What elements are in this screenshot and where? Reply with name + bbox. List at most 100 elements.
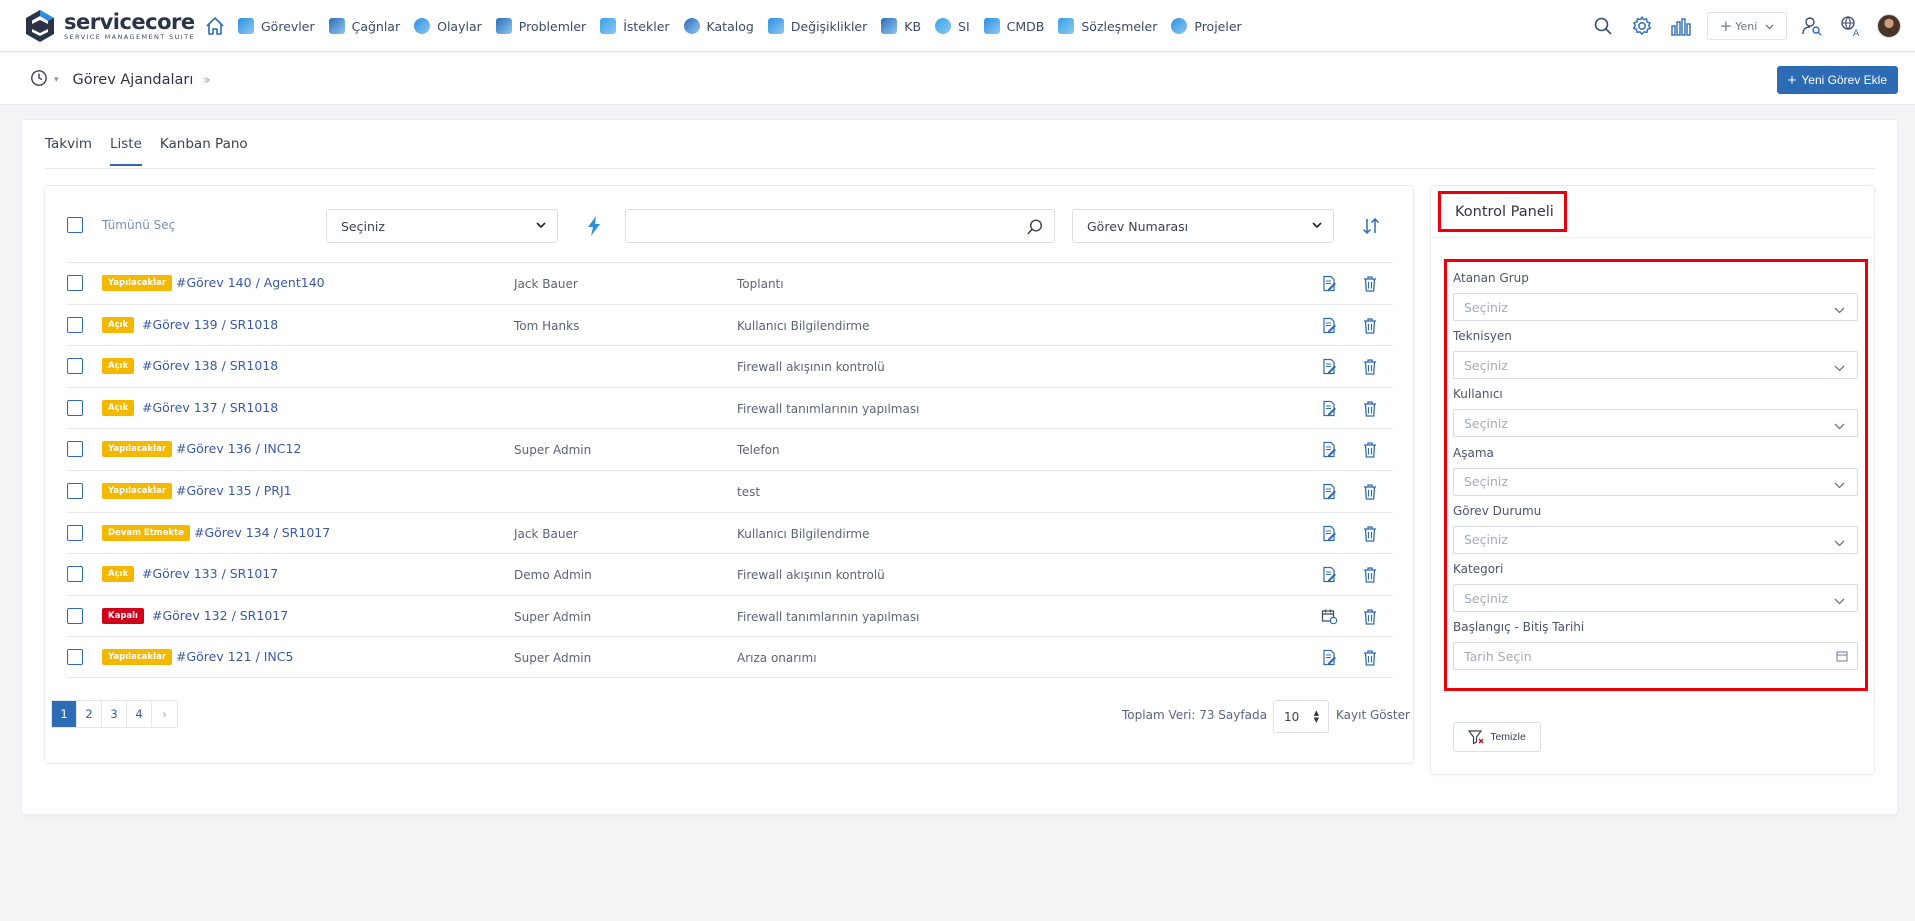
home-icon[interactable] bbox=[202, 13, 228, 39]
language-icon[interactable]: A bbox=[1837, 12, 1865, 40]
user-search-icon[interactable] bbox=[1798, 12, 1826, 40]
nav-item-7[interactable]: KB bbox=[881, 18, 921, 34]
task-link[interactable]: #Görev 132 / SR1017 bbox=[152, 608, 288, 623]
search-icon[interactable] bbox=[1026, 218, 1044, 240]
nav-item-2[interactable]: Olaylar bbox=[414, 18, 482, 34]
calendar-refresh-icon[interactable] bbox=[1321, 608, 1338, 629]
delete-trash-icon[interactable] bbox=[1363, 275, 1377, 296]
row-checkbox[interactable] bbox=[67, 566, 83, 583]
nav-item-8[interactable]: SI bbox=[935, 18, 970, 34]
delete-trash-icon[interactable] bbox=[1363, 358, 1377, 379]
row-checkbox[interactable] bbox=[67, 399, 83, 416]
double-chevron-right-icon[interactable]: ›› bbox=[203, 73, 211, 88]
nav-item-10[interactable]: Sözleşmeler bbox=[1058, 18, 1157, 34]
sort-order-icon[interactable] bbox=[1361, 217, 1381, 239]
filter-select[interactable]: Seçiniz bbox=[1453, 293, 1858, 321]
page-button[interactable]: 4 bbox=[127, 701, 152, 727]
task-link[interactable]: #Görev 139 / SR1018 bbox=[142, 317, 278, 332]
row-checkbox[interactable] bbox=[67, 607, 83, 624]
nav-item-6[interactable]: Değişiklikler bbox=[767, 18, 867, 34]
edit-doc-icon[interactable] bbox=[1321, 483, 1337, 504]
edit-doc-icon[interactable] bbox=[1321, 566, 1337, 587]
technician-name: Demo Admin bbox=[514, 568, 592, 583]
task-link[interactable]: #Görev 121 / INC5 bbox=[176, 649, 293, 664]
select-all-label: Tümünü Seç bbox=[102, 218, 176, 232]
row-checkbox[interactable] bbox=[67, 275, 83, 291]
nav-item-5[interactable]: Katalog bbox=[683, 18, 754, 34]
task-description: Firewall tanımlarının yapılması bbox=[737, 401, 920, 416]
add-task-button[interactable]: + Yeni Görev Ekle bbox=[1776, 66, 1898, 94]
nav-item-9[interactable]: CMDB bbox=[983, 18, 1044, 34]
page-button[interactable]: 3 bbox=[102, 701, 127, 727]
nav-item-4[interactable]: İstekler bbox=[600, 18, 670, 34]
row-checkbox[interactable] bbox=[67, 649, 83, 666]
nav-item-3[interactable]: Problemler bbox=[495, 18, 586, 34]
tab-list[interactable]: Liste bbox=[110, 136, 142, 166]
brand-name: servicecore bbox=[64, 9, 195, 34]
clear-filters-button[interactable]: Temizle bbox=[1453, 722, 1541, 752]
nav-item-1[interactable]: Çağnlar bbox=[328, 18, 400, 34]
nav-item-11[interactable]: Projeler bbox=[1171, 18, 1242, 34]
filter-select[interactable]: Seçiniz bbox=[1453, 584, 1858, 612]
reports-chart-icon[interactable] bbox=[1667, 12, 1695, 40]
delete-trash-icon[interactable] bbox=[1363, 525, 1377, 546]
task-link[interactable]: #Görev 133 / SR1017 bbox=[142, 566, 278, 581]
select-all[interactable]: Tümünü Seç bbox=[67, 217, 175, 233]
filter-select[interactable]: Seçiniz bbox=[1453, 409, 1858, 438]
status-badge: Kapalı bbox=[102, 607, 144, 624]
edit-doc-icon[interactable] bbox=[1321, 441, 1337, 462]
row-checkbox[interactable] bbox=[67, 316, 83, 333]
page-button[interactable]: 1 bbox=[52, 701, 77, 727]
task-link[interactable]: #Görev 140 / Agent140 bbox=[176, 275, 325, 290]
edit-doc-icon[interactable] bbox=[1321, 649, 1337, 670]
history-clock-icon[interactable] bbox=[30, 69, 48, 91]
add-task-label: Yeni Görev Ekle bbox=[1801, 73, 1887, 87]
delete-trash-icon[interactable] bbox=[1363, 441, 1377, 462]
edit-doc-icon[interactable] bbox=[1321, 525, 1337, 546]
tab-kanban[interactable]: Kanban Pano bbox=[160, 136, 248, 166]
delete-trash-icon[interactable] bbox=[1363, 566, 1377, 587]
nav-item-0[interactable]: Görevler bbox=[238, 18, 315, 34]
edit-doc-icon[interactable] bbox=[1321, 317, 1337, 338]
user-avatar[interactable] bbox=[1877, 14, 1901, 38]
new-dropdown-button[interactable]: + Yeni bbox=[1707, 12, 1787, 40]
select-all-checkbox[interactable] bbox=[67, 217, 83, 233]
lightning-bolt-icon[interactable] bbox=[586, 215, 602, 241]
filter-select[interactable]: Seçiniz bbox=[1453, 467, 1858, 496]
brand-logo[interactable]: servicecore SERVICE MANAGEMENT SUITE bbox=[22, 8, 195, 44]
task-link[interactable]: #Görev 135 / PRJ1 bbox=[176, 483, 292, 498]
delete-trash-icon[interactable] bbox=[1363, 483, 1377, 504]
search-input[interactable] bbox=[625, 209, 1055, 243]
delete-trash-icon[interactable] bbox=[1363, 400, 1377, 421]
task-link[interactable]: #Görev 136 / INC12 bbox=[176, 441, 301, 456]
filter-placeholder: Seçiniz bbox=[1464, 299, 1508, 315]
sort-field-select[interactable]: Görev Numarası bbox=[1072, 209, 1334, 243]
task-link[interactable]: #Görev 138 / SR1018 bbox=[142, 358, 278, 373]
chevron-down-icon bbox=[1834, 418, 1845, 433]
edit-doc-icon[interactable] bbox=[1321, 358, 1337, 379]
row-checkbox[interactable] bbox=[67, 524, 83, 541]
delete-trash-icon[interactable] bbox=[1363, 649, 1377, 670]
task-link[interactable]: #Görev 134 / SR1017 bbox=[194, 525, 330, 540]
row-checkbox[interactable] bbox=[67, 482, 83, 499]
group-select[interactable]: Seçiniz bbox=[326, 209, 558, 243]
page-size-select[interactable]: 10 ▲ ▼ bbox=[1273, 700, 1329, 733]
edit-doc-icon[interactable] bbox=[1321, 400, 1337, 421]
search-icon[interactable] bbox=[1589, 12, 1617, 40]
delete-trash-icon[interactable] bbox=[1363, 317, 1377, 338]
plus-icon: + bbox=[1719, 17, 1733, 35]
nav-item-label: Görevler bbox=[261, 18, 315, 34]
date-range-picker[interactable]: Tarih Seçin bbox=[1453, 642, 1858, 671]
row-checkbox[interactable] bbox=[67, 441, 83, 458]
settings-gear-icon[interactable] bbox=[1628, 12, 1656, 40]
row-checkbox[interactable] bbox=[67, 358, 83, 375]
page-button[interactable]: 2 bbox=[77, 701, 102, 727]
filter-select[interactable]: Seçiniz bbox=[1453, 351, 1858, 380]
caret-down-icon[interactable]: ▾ bbox=[54, 75, 59, 85]
tab-calendar[interactable]: Takvim bbox=[45, 136, 92, 166]
next-page-icon[interactable]: › bbox=[152, 701, 177, 727]
delete-trash-icon[interactable] bbox=[1363, 608, 1377, 629]
edit-doc-icon[interactable] bbox=[1321, 275, 1337, 296]
task-link[interactable]: #Görev 137 / SR1018 bbox=[142, 400, 278, 415]
filter-select[interactable]: Seçiniz bbox=[1453, 525, 1858, 554]
